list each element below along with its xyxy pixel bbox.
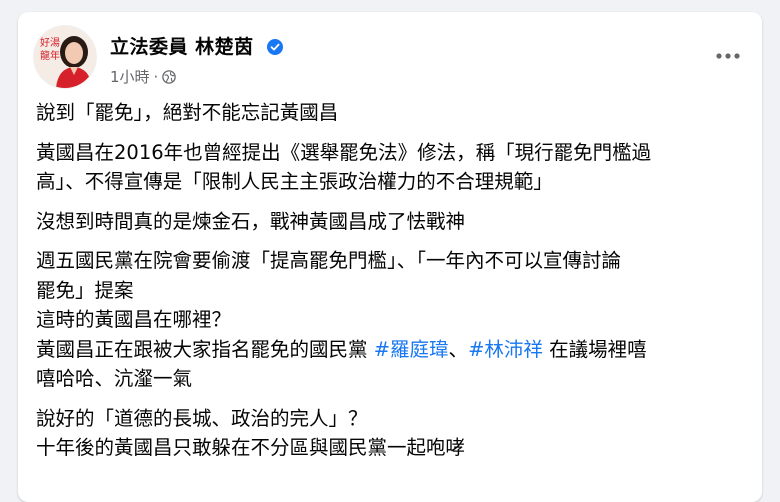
hashtag-line: 黃國昌正在跟被大家指名罷免的國民黨 #羅庭瑋、#林沛祥 在議場裡嘻 xyxy=(36,335,744,365)
avatar-image: 好湯 龍年 xyxy=(34,26,96,88)
text-line: 高」、不得宣傳是「限制人民主主張政治權力的不合理規範」 xyxy=(36,170,553,193)
text-line: 沒想到時間真的是煉金石，戰神黃國昌成了怯戰神 xyxy=(36,209,466,233)
paragraph-1: 說到「罷免」，絕對不能忘記黃國昌 xyxy=(36,98,744,128)
more-options-icon xyxy=(716,53,740,59)
text-line: 嘻哈哈、沆瀣一氣 xyxy=(36,367,193,390)
hashtag-link[interactable]: #林沛祥 xyxy=(468,338,543,361)
hashtag-link[interactable]: #羅庭瑋 xyxy=(374,338,449,361)
meta-separator: · xyxy=(153,67,159,86)
paragraph-5: 說好的「道德的長城、政治的完人」？ 十年後的黃國昌只敢躲在不分區與國民黨一起咆哮 xyxy=(36,404,744,463)
svg-text:龍年: 龍年 xyxy=(40,49,60,62)
text-segment: 、 xyxy=(448,337,469,361)
author-name[interactable]: 立法委員 林楚茵 xyxy=(110,32,283,59)
post-header: 好湯 龍年 立法委員 林楚茵 1小時 · xyxy=(34,26,746,90)
svg-text:好湯: 好湯 xyxy=(40,36,60,49)
text-line: 週五國民黨在院會要偷渡「提高罷免門檻」、「一年內不可以宣傳討論 xyxy=(36,249,622,272)
globe-icon[interactable] xyxy=(162,69,177,84)
text-line: 說到「罷免」，絕對不能忘記黃國昌 xyxy=(36,101,339,124)
post-card: 好湯 龍年 立法委員 林楚茵 1小時 · 說到「罷免」，絕對不能忘記黃國昌 黃國… xyxy=(18,12,762,502)
post-meta: 1小時 · xyxy=(110,66,177,87)
text-line: 這時的黃國昌在哪裡？ xyxy=(36,308,232,331)
author-name-text[interactable]: 立法委員 林楚茵 xyxy=(110,36,254,58)
text-line: 罷免」提案 xyxy=(36,278,134,302)
avatar[interactable]: 好湯 龍年 xyxy=(34,26,96,88)
paragraph-4: 週五國民黨在院會要偷渡「提高罷免門檻」、「一年內不可以宣傳討論 罷免」提案 這時… xyxy=(36,246,744,394)
more-options-button[interactable] xyxy=(710,38,746,74)
paragraph-3: 沒想到時間真的是煉金石，戰神黃國昌成了怯戰神 xyxy=(36,207,744,237)
text-line: 黃國昌在2016年也曾經提出《選舉罷免法》修法，稱「現行罷免門檻過 xyxy=(36,140,652,164)
post-body: 說到「罷免」，絕對不能忘記黃國昌 黃國昌在2016年也曾經提出《選舉罷免法》修法… xyxy=(36,98,744,473)
paragraph-2: 黃國昌在2016年也曾經提出《選舉罷免法》修法，稱「現行罷免門檻過 高」、不得宣… xyxy=(36,138,744,197)
verified-badge-icon xyxy=(266,39,283,55)
text-line: 說好的「道德的長城、政治的完人」？ xyxy=(36,406,368,430)
text-segment: 黃國昌正在跟被大家指名罷免的國民黨 xyxy=(36,337,374,361)
text-segment: 在議場裡嘻 xyxy=(542,337,647,361)
text-line: 十年後的黃國昌只敢躲在不分區與國民黨一起咆哮 xyxy=(36,436,466,459)
post-timestamp[interactable]: 1小時 xyxy=(110,66,150,87)
